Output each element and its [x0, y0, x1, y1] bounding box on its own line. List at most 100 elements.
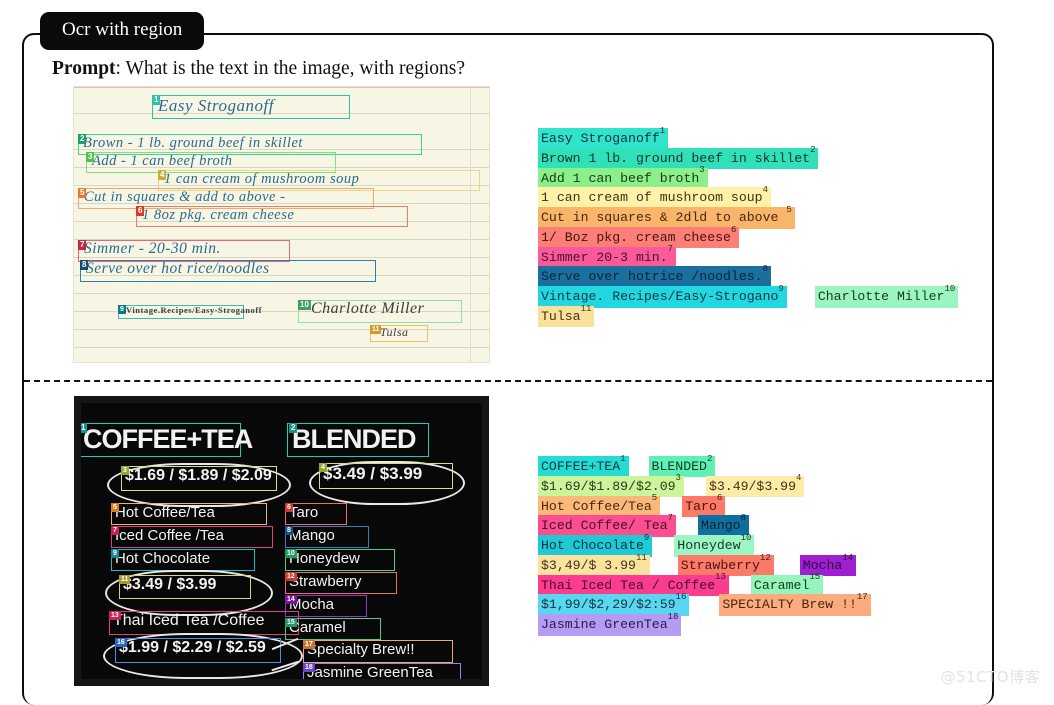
ocr-token: Add 1 can beef broth3 [538, 166, 708, 189]
ocr-token-index: 14 [842, 552, 854, 563]
ocr-row: Serve over hotrice /noodles.8 [538, 264, 958, 288]
board-price-1: $1.69 / $1.89 / $2.09 [125, 467, 272, 484]
ocr-token-index: 6 [716, 493, 723, 504]
recipe-line-6: 1 8oz pkg. cream cheese [142, 207, 295, 223]
board-price-2: $3.49 / $3.99 [323, 464, 423, 483]
ocr-token-index: 11 [580, 303, 592, 314]
ocr-token-index: 4 [762, 184, 768, 195]
board-index-16: 16 [115, 638, 127, 647]
ocr-token: $3,49/$ 3.9911 [538, 552, 650, 577]
ocr-token-index: 17 [856, 592, 868, 603]
region-index-7: 7 [78, 240, 87, 250]
board-item-mango: Mango [289, 527, 335, 544]
board-item-jasmine-green-tea: Jasmine GreenTea [307, 664, 433, 681]
ocr-row: Hot Coffee/Tea5 Taro6 [538, 493, 871, 517]
board-index-10: 10 [285, 549, 297, 558]
ocr-token: Simmer 20-3 min.7 [538, 245, 677, 269]
ocr-token: COFFEE+TEA1 [538, 453, 629, 478]
ocr-token: $1,99/$2,29/$2:5916 [538, 593, 690, 616]
ocr-token-index: 10 [944, 283, 956, 294]
recipe-line-9: Vintage.Recipes/Easy-Stroganoff [126, 305, 263, 315]
board-item-honeydew: Honeydew [289, 550, 360, 567]
ocr-token-index: 5 [651, 493, 658, 504]
ocr-row: $3,49/$ 3.9911Strawberry12Mocha14 [538, 552, 871, 577]
board-item-thai-iced-tea: Thai Iced Tea /Coffee [113, 612, 265, 629]
region-index-9: 9 [118, 305, 126, 314]
ocr-row: Easy Stroganoff1 [538, 125, 958, 150]
board-index-11: 11 [119, 575, 131, 584]
board-item-iced-coffee: Iced Coffee /Tea [115, 527, 224, 544]
ocr-output-chalkboard: COFFEE+TEA1 BLENDED2 $1.69/$1.89/$2.093$3.… [538, 453, 871, 636]
section-tab-label: Ocr with region [40, 12, 205, 50]
region-index-5: 5 [78, 188, 87, 198]
ocr-token: Thai Iced Tea / Coffee13 [538, 572, 729, 597]
watermark: @51CTO博客 [940, 668, 1040, 686]
ocr-token-index: 2 [706, 453, 713, 464]
ocr-row: Brown 1 lb. ground beef in skillet2 [538, 146, 958, 170]
board-index-1: 1 [81, 423, 88, 433]
ocr-token-index: 9 [778, 283, 784, 294]
ocr-row: Hot Chocolate9Honeydew10 [538, 532, 871, 557]
ocr-row: COFFEE+TEA1 BLENDED2 [538, 453, 871, 478]
ocr-token-index: 4 [796, 473, 802, 484]
recipe-line-1: Easy Stroganoff [158, 96, 274, 115]
ocr-token-index: 1 [659, 125, 666, 136]
ocr-token-index: 1 [620, 453, 626, 464]
ocr-token: Brown 1 lb. ground beef in skillet2 [538, 146, 819, 170]
ocr-token-index: 8 [762, 264, 768, 275]
ocr-token-index: 11 [635, 552, 647, 563]
recipe-line-5: Cut in squares & add to above - [84, 189, 286, 205]
ocr-token: BLENDED2 [648, 453, 716, 478]
board-item-hot-chocolate: Hot Chocolate [115, 550, 211, 567]
ocr-token-index: 13 [715, 572, 726, 583]
ocr-token-index: 6 [730, 224, 737, 235]
ocr-row: 1 can cream of mushroom soup4 [538, 184, 958, 209]
board-index-6: 6 [285, 503, 293, 512]
board-index-15: 15 [285, 618, 297, 627]
board-blended-heading: BLENDED [292, 424, 417, 454]
ocr-row: Vintage. Recipes/Easy-Strogano9 Charlotte… [538, 283, 959, 308]
ocr-token-index: 12 [759, 552, 771, 563]
recipe-line-2: Brown - 1 lb. ground beef in skillet [83, 135, 303, 151]
recipe-line-7: Simmer - 20-30 min. [84, 240, 221, 257]
ocr-token: 1 can cream of mushroom soup4 [538, 184, 771, 209]
region-index-6: 6 [136, 206, 145, 216]
recipe-card-image: 1 Easy Stroganoff 2 Brown - 1 lb. ground… [74, 87, 489, 362]
ocr-token-index: 7 [667, 512, 674, 523]
board-item-caramel: Caramel [289, 619, 346, 636]
ocr-token: Charlotte Miller10 [814, 283, 959, 308]
chalkboard-menu-image: 1 COFFEE+TEA 2 BLENDED 3 $1.69 / $1.89 /… [74, 396, 489, 686]
region-index-11: 11 [370, 325, 382, 334]
ocr-token-index: 10 [740, 532, 752, 543]
ocr-row: Thai Iced Tea / Coffee13 Caramel15 [538, 572, 871, 597]
board-index-13: 13 [109, 611, 121, 620]
board-index-18: 18 [303, 663, 315, 672]
ocr-row: $1,99/$2,29/$2:5916 SPECIALTY Brew !!17 [538, 592, 871, 616]
board-item-strawberry: Strawberry [289, 573, 362, 590]
ocr-token: Serve over hotrice /noodles.8 [538, 264, 771, 288]
board-index-8: 8 [285, 526, 293, 535]
prompt-text: : What is the text in the image, with re… [115, 58, 466, 79]
ocr-token-index: 3 [675, 473, 681, 484]
ocr-token: Cut in squares & 2dld to above 5 [538, 204, 795, 229]
region-index-1: 1 [152, 95, 161, 105]
ocr-token-index: 5 [786, 204, 792, 215]
board-index-9: 9 [111, 549, 119, 558]
board-item-specialty-brew: Specialty Brew!! [307, 641, 415, 658]
ocr-token: Caramel15 [750, 572, 824, 597]
ocr-token-index: 15 [809, 572, 821, 583]
board-index-3: 3 [121, 466, 129, 475]
ocr-token: Easy Stroganoff1 [538, 125, 669, 150]
ocr-token: Honeydew10 [674, 532, 755, 557]
ocr-token: Taro6 [682, 493, 726, 517]
ocr-token-index: 9 [643, 532, 650, 543]
ocr-row: Iced Coffee/ Tea7Mango8 [538, 512, 871, 537]
ocr-token-index: 18 [667, 611, 679, 622]
ocr-token-index: 8 [740, 512, 747, 523]
ocr-row: Jasmine GreenTea18 [538, 611, 871, 636]
region-index-4: 4 [158, 170, 167, 180]
recipe-line-3: Add - 1 can beef broth [92, 153, 233, 169]
recipe-line-10: Charlotte Miller [311, 300, 425, 317]
board-item-hot-coffee: Hot Coffee/Tea [115, 504, 215, 521]
recipe-line-8: Serve over hot rice/noodles [86, 260, 270, 277]
